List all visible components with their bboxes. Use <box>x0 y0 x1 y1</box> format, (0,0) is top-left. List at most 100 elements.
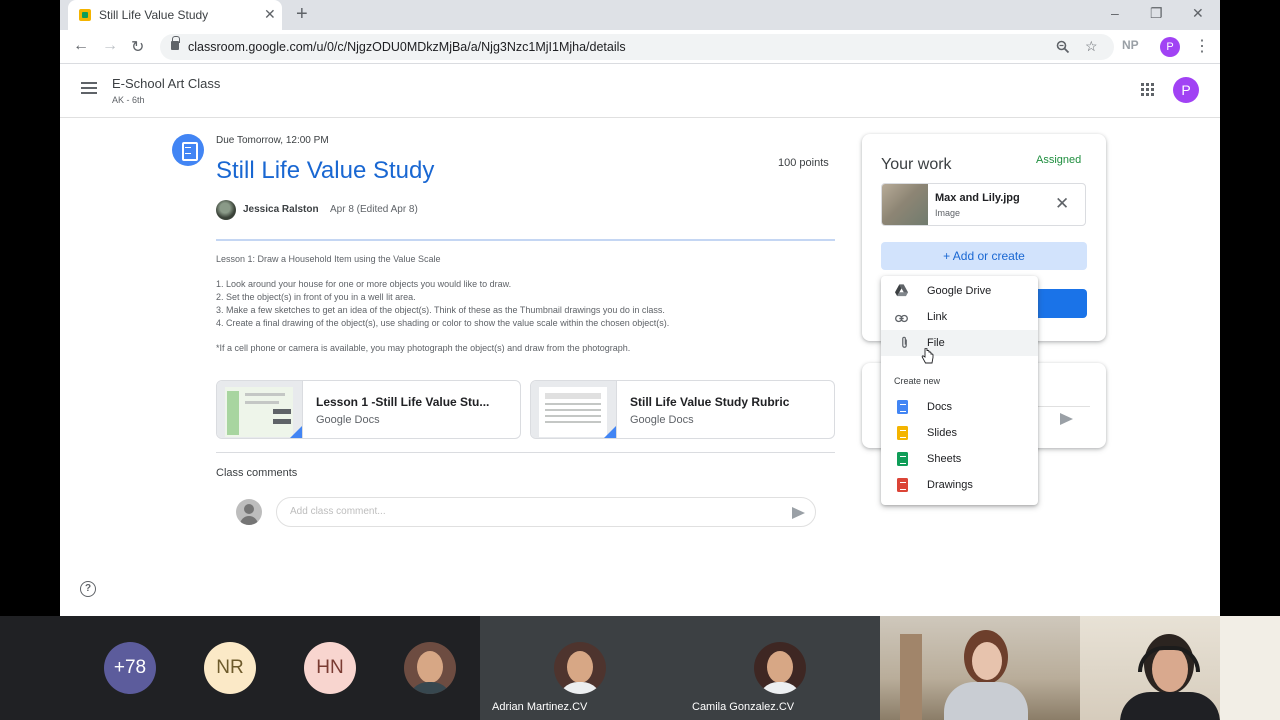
attachment-title: Still Life Value Study Rubric <box>630 395 790 409</box>
close-tab-icon[interactable]: ✕ <box>264 6 276 23</box>
more-participants-count[interactable]: +78 <box>104 642 156 694</box>
file-name: Max and Lily.jpg <box>935 192 1020 204</box>
participant-video <box>1080 616 1280 720</box>
browser-tab[interactable]: Still Life Value Study ✕ <box>68 0 282 30</box>
remove-file-icon[interactable]: ✕ <box>1055 194 1069 214</box>
restore-icon[interactable]: ❐ <box>1150 5 1163 22</box>
participant-initials: NR <box>204 642 256 694</box>
minimize-icon[interactable]: – <box>1111 5 1119 21</box>
comment-placeholder: Add class comment... <box>290 506 386 517</box>
assignment-title: Still Life Value Study <box>216 157 435 184</box>
reload-icon[interactable]: ↻ <box>131 37 144 57</box>
participant-tile: Camila Gonzalez.CV <box>680 616 880 720</box>
teacher-name: Jessica Ralston <box>243 204 319 215</box>
menu-item-label: Slides <box>927 427 957 439</box>
google-drive-icon <box>895 284 908 297</box>
bookmark-star-icon[interactable]: ☆ <box>1085 38 1098 55</box>
image-thumbnail <box>882 184 928 225</box>
participant-avatar <box>754 642 806 694</box>
participant-video <box>880 616 1080 720</box>
browser-menu-icon[interactable]: ⋮ <box>1194 36 1210 56</box>
menu-item-label: Google Drive <box>927 285 992 297</box>
turn-in-button[interactable] <box>1038 289 1087 318</box>
points: 100 points <box>778 157 829 169</box>
class-name[interactable]: E-School Art Class <box>112 76 220 91</box>
menu-item-slides[interactable]: Slides <box>881 420 1038 446</box>
link-icon <box>895 314 908 323</box>
navigation-bar: ← → ↻ classroom.google.com/u/0/c/NjgzODU… <box>60 30 1220 64</box>
description-line: Lesson 1: Draw a Household Item using th… <box>216 254 441 264</box>
docs-corner-icon <box>602 426 616 438</box>
description-line: 4. Create a final drawing of the object(… <box>216 318 670 328</box>
extension-np[interactable]: NP <box>1122 38 1139 52</box>
paperclip-icon <box>902 336 907 348</box>
browser-window: Still Life Value Study ✕ + – ❐ ✕ ← → ↻ c… <box>60 0 1220 616</box>
close-window-icon[interactable]: ✕ <box>1192 5 1204 22</box>
menu-icon[interactable] <box>81 82 97 94</box>
participant-tile: Adrian Martinez.CV <box>480 616 680 720</box>
attachment-type: Google Docs <box>630 414 694 426</box>
class-comment-input[interactable]: Add class comment... <box>276 497 816 527</box>
description-line: *If a cell phone or camera is available,… <box>216 343 631 353</box>
forward-icon[interactable]: → <box>102 37 118 55</box>
description-line: 1. Look around your house for one or mor… <box>216 279 512 289</box>
menu-item-sheets[interactable]: Sheets <box>881 446 1038 472</box>
menu-item-label: Docs <box>927 401 953 413</box>
menu-item-label: Sheets <box>927 453 962 465</box>
menu-item-link[interactable]: Link <box>881 304 1038 330</box>
teacher-avatar <box>216 200 236 220</box>
slides-icon <box>897 426 908 440</box>
browser-profile-avatar[interactable]: P <box>1160 37 1180 57</box>
your-work-title: Your work <box>881 156 952 173</box>
create-new-heading: Create new <box>894 376 941 386</box>
attachment-type: Google Docs <box>316 414 380 426</box>
file-type: Image <box>935 208 961 218</box>
send-icon[interactable] <box>1060 413 1073 425</box>
description-line: 2. Set the object(s) in front of you in … <box>216 292 416 302</box>
posted-date: Apr 8 (Edited Apr 8) <box>330 204 418 215</box>
menu-item-label: Drawings <box>927 479 973 491</box>
add-or-create-menu: Google Drive Link File Create new Docs S… <box>881 276 1038 505</box>
assignment-icon <box>172 134 204 166</box>
attachment-title: Lesson 1 -Still Life Value Stu... <box>316 395 490 409</box>
divider <box>216 239 835 241</box>
sheets-icon <box>897 452 908 466</box>
class-section: AK - 6th <box>112 95 145 105</box>
account-avatar[interactable]: P <box>1173 77 1199 103</box>
class-comments-heading: Class comments <box>216 467 298 479</box>
participant-avatar <box>404 642 456 694</box>
drawings-icon <box>897 478 908 492</box>
participant-name: Camila Gonzalez.CV <box>692 701 795 713</box>
attached-file[interactable]: Max and Lily.jpg Image ✕ <box>881 183 1086 226</box>
divider <box>216 452 835 453</box>
add-or-create-button[interactable]: + Add or create <box>881 242 1087 270</box>
docs-corner-icon <box>288 426 302 438</box>
tab-title: Still Life Value Study <box>99 8 209 22</box>
back-icon[interactable]: ← <box>73 37 89 55</box>
participant-avatar <box>554 642 606 694</box>
zoom-icon[interactable] <box>1056 40 1070 54</box>
menu-item-google-drive[interactable]: Google Drive <box>881 278 1038 304</box>
attachment-thumbnail <box>217 381 303 438</box>
tab-strip: Still Life Value Study ✕ + – ❐ ✕ <box>60 0 1220 30</box>
docs-icon <box>897 400 908 414</box>
hand-cursor-icon <box>921 348 934 364</box>
menu-item-file[interactable]: File <box>881 330 1038 356</box>
google-apps-icon[interactable] <box>1141 83 1155 97</box>
classroom-favicon-icon <box>79 9 91 21</box>
description-line: 3. Make a few sketches to get an idea of… <box>216 305 665 315</box>
attachment-thumbnail <box>531 381 617 438</box>
due-date: Due Tomorrow, 12:00 PM <box>216 135 329 146</box>
attachment-card[interactable]: Lesson 1 -Still Life Value Stu... Google… <box>216 380 521 439</box>
menu-item-docs[interactable]: Docs <box>881 394 1038 420</box>
participant-initials: HN <box>304 642 356 694</box>
menu-item-label: Link <box>927 311 948 323</box>
menu-item-drawings[interactable]: Drawings <box>881 472 1038 498</box>
send-icon[interactable] <box>792 507 805 519</box>
lock-icon <box>171 36 180 50</box>
status-badge: Assigned <box>1036 154 1082 166</box>
help-icon[interactable]: ? <box>80 581 96 597</box>
new-tab-icon[interactable]: + <box>296 3 308 26</box>
address-bar[interactable]: classroom.google.com/u/0/c/NjgzODU0MDkzM… <box>160 34 1114 60</box>
attachment-card[interactable]: Still Life Value Study Rubric Google Doc… <box>530 380 835 439</box>
